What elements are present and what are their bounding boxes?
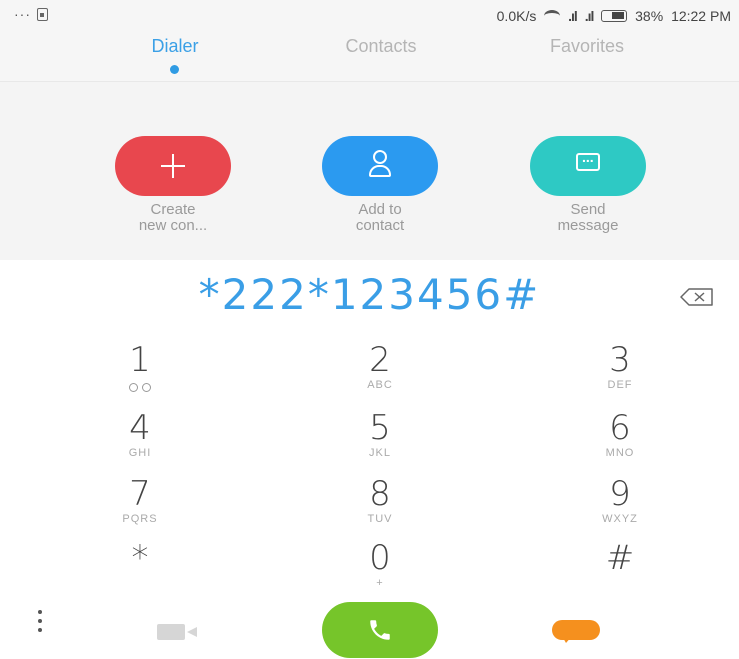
tab-bar: Dialer Contacts Favorites xyxy=(0,34,739,82)
person-icon xyxy=(322,136,438,196)
key-2[interactable]: 2 ABC xyxy=(300,342,460,404)
key-star[interactable]: * xyxy=(60,540,220,602)
key-hash[interactable]: # xyxy=(540,540,700,602)
status-left: ··· xyxy=(14,6,48,22)
add-to-contact-label: Add to contact xyxy=(355,201,405,234)
active-tab-indicator xyxy=(170,65,179,74)
tab-dialer[interactable]: Dialer xyxy=(95,36,255,57)
wifi-icon xyxy=(544,10,561,22)
create-contact-button[interactable]: Create new con... xyxy=(103,136,243,234)
tab-contacts[interactable]: Contacts xyxy=(301,36,461,57)
bottom-bar xyxy=(0,598,739,659)
net-speed: 0.0K/s xyxy=(496,8,537,24)
key-9[interactable]: 9 WXYZ xyxy=(540,476,700,538)
message-icon xyxy=(530,136,646,196)
call-button[interactable] xyxy=(322,602,438,658)
send-message-button[interactable]: Send message xyxy=(518,136,658,234)
status-right: 0.0K/s .ıl .ıl 38% 12:22 PM xyxy=(493,8,731,24)
video-call-icon[interactable] xyxy=(157,624,197,640)
quick-actions-panel: Create new con... Add to contact Send me… xyxy=(0,82,739,260)
tab-favorites[interactable]: Favorites xyxy=(507,36,667,57)
key-6[interactable]: 6 MNO xyxy=(540,410,700,472)
key-5[interactable]: 5 JKL xyxy=(300,410,460,472)
signal-icon-2: .ıl xyxy=(584,8,595,24)
signal-icon-1: .ıl xyxy=(568,8,578,24)
create-contact-label: Create new con... xyxy=(138,201,208,234)
voicemail-icon xyxy=(129,383,151,392)
chat-icon[interactable] xyxy=(552,620,600,643)
phone-icon xyxy=(370,620,390,640)
key-4[interactable]: 4 GHI xyxy=(60,410,220,472)
battery-percent: 38% xyxy=(635,8,664,24)
sim-icon xyxy=(37,8,48,21)
battery-icon xyxy=(601,10,628,22)
more-options-icon[interactable] xyxy=(38,610,44,637)
plus-icon xyxy=(115,136,231,196)
key-1[interactable]: 1 xyxy=(60,342,220,404)
backspace-icon[interactable] xyxy=(680,288,714,306)
notification-dots: ··· xyxy=(14,6,31,22)
key-8[interactable]: 8 TUV xyxy=(300,476,460,538)
key-3[interactable]: 3 DEF xyxy=(540,342,700,404)
send-message-label: Send message xyxy=(557,201,619,234)
clock: 12:22 PM xyxy=(671,8,731,24)
dialed-number[interactable]: *222*123456# xyxy=(0,270,739,319)
key-0[interactable]: 0 + xyxy=(300,540,460,602)
status-bar: ··· 0.0K/s .ıl .ıl 38% 12:22 PM xyxy=(0,0,739,34)
add-to-contact-button[interactable]: Add to contact xyxy=(310,136,450,234)
key-7[interactable]: 7 PQRS xyxy=(60,476,220,538)
